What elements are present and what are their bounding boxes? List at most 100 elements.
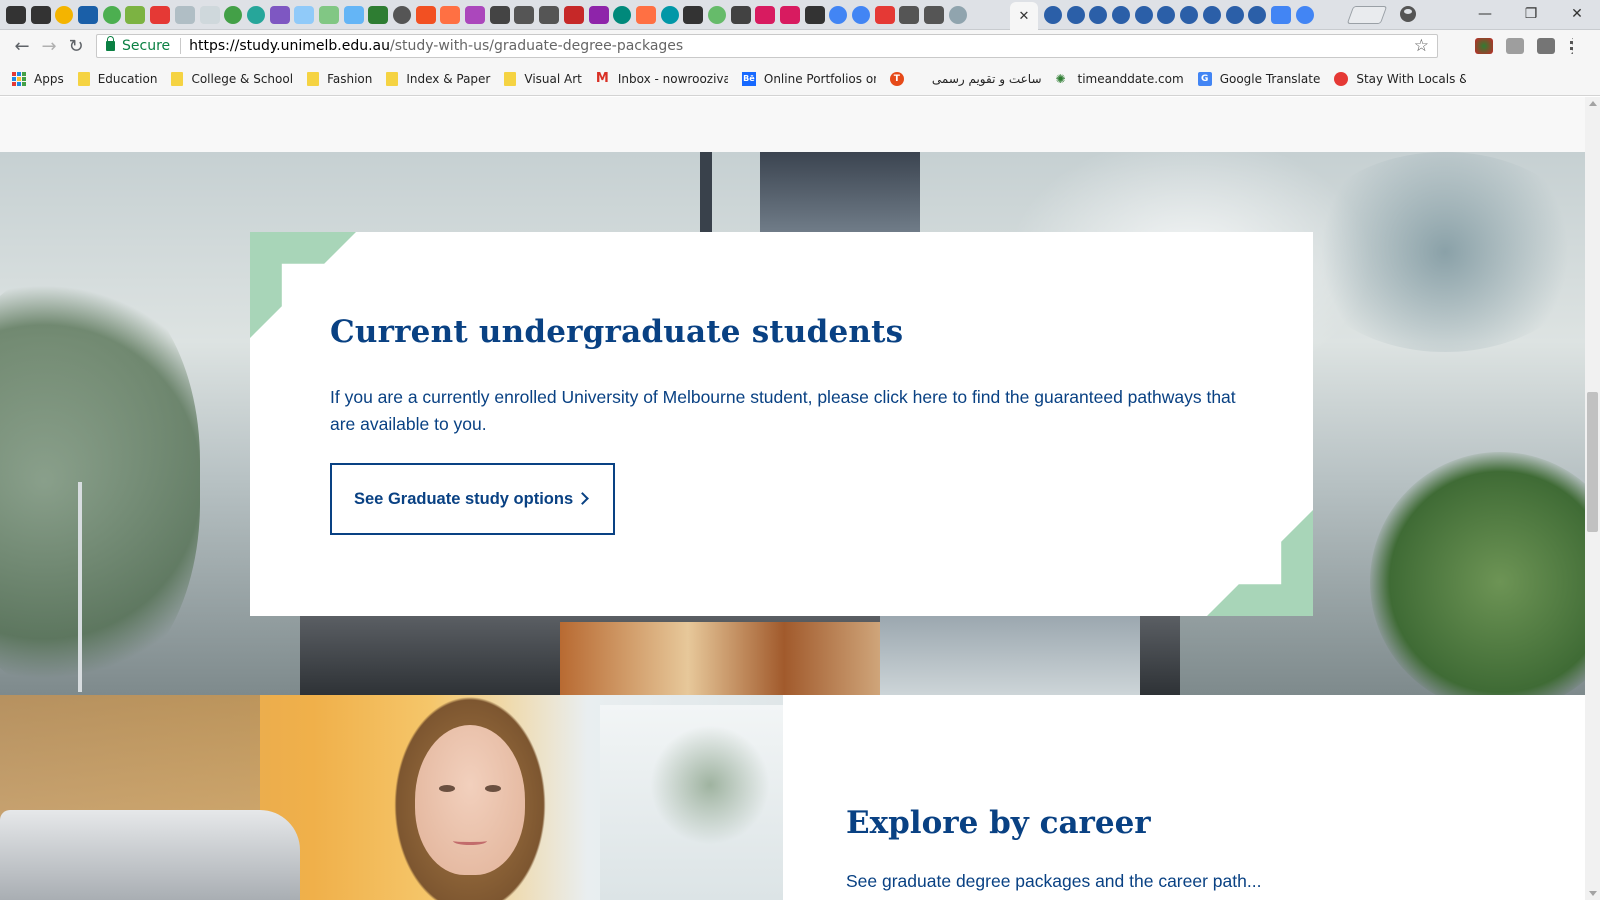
bookmark-persian-calendar[interactable]: ساعت و تقویم رسمی <box>932 72 1042 86</box>
tab-favicon[interactable] <box>804 6 825 24</box>
tab-favicon[interactable] <box>125 6 146 24</box>
tab-favicon[interactable] <box>514 6 535 24</box>
explore-subtitle: See graduate degree packages and the car… <box>846 871 1262 891</box>
reload-button[interactable]: ↻ <box>64 34 88 58</box>
restore-button[interactable]: ❐ <box>1508 0 1554 28</box>
tab-favicon[interactable] <box>269 6 290 24</box>
bookmark-behance[interactable]: Bē Online Portfolios on B <box>741 71 876 86</box>
tab-favicon[interactable] <box>6 6 26 24</box>
see-graduate-study-options-button[interactable]: See Graduate study options <box>330 463 615 535</box>
tab-favicon[interactable] <box>1089 6 1108 24</box>
student-eye <box>439 785 455 792</box>
extension-icon[interactable] <box>1506 38 1524 54</box>
tab-favicon[interactable] <box>368 6 389 24</box>
close-tab-icon[interactable]: ✕ <box>1019 8 1030 24</box>
hero-building-overhang <box>880 614 1140 695</box>
bookmark-google-translate[interactable]: G Google Translate <box>1197 71 1320 86</box>
bookmark-folder[interactable]: Fashion <box>307 71 372 86</box>
tab-favicon[interactable] <box>948 6 967 24</box>
airbnb-icon <box>1334 71 1349 86</box>
tab-favicon[interactable] <box>1044 6 1062 24</box>
new-tab-button[interactable] <box>1346 6 1388 24</box>
tab-favicon[interactable] <box>393 6 411 24</box>
bookmark-t[interactable]: T <box>889 71 918 86</box>
tab-favicon[interactable] <box>174 6 195 24</box>
tab-favicon[interactable] <box>660 6 679 24</box>
scroll-down-icon[interactable] <box>1589 891 1597 896</box>
tab-favicon[interactable] <box>874 6 895 24</box>
tab-favicon[interactable] <box>1225 6 1244 24</box>
bookmark-folder[interactable]: Index & Paper <box>386 71 490 86</box>
tab-favicon[interactable] <box>465 6 486 24</box>
bookmark-folder[interactable]: Visual Art <box>504 71 582 86</box>
tab-favicon[interactable] <box>780 6 800 24</box>
scrollbar-thumb[interactable] <box>1587 392 1598 532</box>
bookmark-star-icon[interactable]: ☆ <box>1414 36 1429 56</box>
tab-favicon[interactable] <box>1112 6 1131 24</box>
tab-favicon[interactable] <box>55 6 74 24</box>
back-button[interactable]: ← <box>10 34 34 58</box>
card-body-text[interactable]: If you are a currently enrolled Universi… <box>330 384 1250 438</box>
tab-favicon[interactable] <box>30 6 51 24</box>
tab-favicon[interactable] <box>489 6 510 24</box>
tab-favicon[interactable] <box>150 6 171 24</box>
tab-favicon[interactable] <box>899 6 920 24</box>
tab-favicon[interactable] <box>924 6 945 24</box>
bookmarks-bar: Apps Education College & School Fashion … <box>0 62 1600 96</box>
tab-favicon[interactable] <box>683 6 704 24</box>
bookmark-folder[interactable]: College & School <box>171 71 293 86</box>
extension-icon[interactable] <box>1475 38 1493 54</box>
tab-favicon[interactable] <box>1202 6 1221 24</box>
profile-icon[interactable] <box>1400 6 1416 22</box>
bookmark-timeanddate[interactable]: ✺ timeanddate.com <box>1056 72 1184 86</box>
close-window-button[interactable]: ✕ <box>1554 0 1600 28</box>
hero-tree-right <box>1370 452 1585 695</box>
minimize-button[interactable]: — <box>1462 0 1508 28</box>
tab-favicon[interactable] <box>539 6 560 24</box>
tab-favicon[interactable] <box>635 6 656 24</box>
tab-favicon[interactable] <box>707 6 726 24</box>
tab-favicon[interactable] <box>343 6 364 24</box>
folder-icon <box>77 71 90 86</box>
tab-favicon[interactable] <box>294 6 315 24</box>
tab-favicon[interactable] <box>102 6 121 24</box>
tab-favicon[interactable] <box>852 6 871 24</box>
forward-button[interactable]: → <box>37 34 61 58</box>
tab-favicon[interactable] <box>1270 6 1291 24</box>
tab-favicon[interactable] <box>563 6 584 24</box>
tab-favicon[interactable] <box>730 6 751 24</box>
tab-favicon[interactable] <box>1134 6 1153 24</box>
student-mouth <box>453 837 487 845</box>
menu-icon[interactable] <box>1570 38 1576 54</box>
tab-favicon[interactable] <box>224 6 243 24</box>
tab-favicon[interactable] <box>246 6 265 24</box>
camera-icon[interactable] <box>1537 38 1555 54</box>
chevron-right-icon <box>576 492 589 505</box>
tab-favicon[interactable] <box>1066 6 1085 24</box>
tab-favicon[interactable] <box>318 6 339 24</box>
url-host: https://study.unimelb.edu.au <box>189 38 390 54</box>
active-tab[interactable]: ✕ <box>1010 2 1038 30</box>
tab-favicon[interactable] <box>199 6 220 24</box>
tab-favicon[interactable] <box>829 6 848 24</box>
bookmark-apps[interactable]: Apps <box>12 71 64 86</box>
hero-sky-glow <box>1300 152 1585 352</box>
bookmark-gmail[interactable]: M Inbox - nowroozivahi <box>596 71 728 86</box>
tab-favicon[interactable] <box>1295 6 1314 24</box>
tab-favicon[interactable] <box>440 6 461 24</box>
page-scrollbar[interactable] <box>1585 97 1600 900</box>
tab-favicon[interactable] <box>755 6 776 24</box>
tab-favicon[interactable] <box>78 6 99 24</box>
tab-favicon[interactable] <box>1248 6 1267 24</box>
tab-favicon[interactable] <box>1180 6 1199 24</box>
tab-favicon[interactable] <box>1157 6 1176 24</box>
bookmark-folder[interactable]: Education <box>77 71 157 86</box>
bookmark-label: ساعت و تقویم رسمی <box>931 71 1042 86</box>
tab-favicon[interactable] <box>588 6 609 24</box>
bookmark-label: Apps <box>34 71 64 86</box>
tab-favicon[interactable] <box>415 6 436 24</box>
scroll-up-icon[interactable] <box>1589 101 1597 106</box>
bookmark-airbnb[interactable]: Stay With Locals & M <box>1334 71 1466 86</box>
address-bar[interactable]: Secure https://study.unimelb.edu.au/stud… <box>96 34 1438 58</box>
tab-favicon[interactable] <box>613 6 632 24</box>
